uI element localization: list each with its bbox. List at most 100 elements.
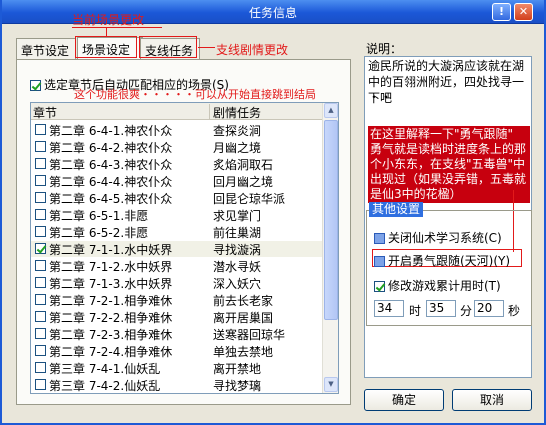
list-scrollbar[interactable]: ▲ ▼	[322, 103, 338, 393]
row-chapter: 第二章 6-4-3.神农仆众	[49, 158, 173, 172]
row-checkbox[interactable]	[35, 192, 46, 203]
row-chapter: 第三章 7-4-1.仙妖乱	[49, 362, 161, 376]
list-item[interactable]: 第二章 7-1-2.水中妖界 潜水寻妖	[31, 258, 322, 274]
list-item[interactable]: 第二章 7-2-1.相争难休 前去长老家	[31, 292, 322, 308]
row-task: 回月幽之境	[213, 175, 274, 189]
row-checkbox[interactable]	[35, 328, 46, 339]
row-checkbox[interactable]	[35, 294, 46, 305]
list-item[interactable]: 第二章 7-2-4.相争难休 单独去禁地	[31, 343, 322, 359]
row-chapter: 第二章 6-4-4.神农仆众	[49, 175, 173, 189]
list-item[interactable]: 第三章 7-4-1.仙妖乱 离开禁地	[31, 360, 322, 376]
hours-label: 时	[409, 304, 422, 318]
list-item[interactable]: 第二章 7-1-1.水中妖界 寻找漩涡	[31, 241, 322, 257]
list-item[interactable]: 第二章 6-5-2.非愿 前往巢湖	[31, 224, 322, 240]
row-checkbox[interactable]	[35, 124, 46, 135]
checkbox-box	[374, 233, 385, 244]
list-item[interactable]: 第二章 6-4-5.神农仆众 回昆仑琼华派	[31, 190, 322, 206]
minutes-field[interactable]: 35	[426, 300, 456, 317]
list-header: 章节 剧情任务	[31, 103, 322, 120]
row-checkbox[interactable]	[35, 260, 46, 271]
row-task: 深入妖穴	[213, 277, 262, 291]
row-chapter: 第二章 6-5-2.非愿	[49, 226, 149, 240]
row-checkbox[interactable]	[35, 226, 46, 237]
help-button[interactable]: !	[492, 3, 511, 21]
list-item[interactable]: 第二章 6-4-4.神农仆众 回月幽之境	[31, 173, 322, 189]
row-task: 月幽之境	[213, 141, 262, 155]
scroll-down-icon[interactable]: ▼	[324, 377, 338, 392]
row-chapter: 第二章 6-4-5.神农仆众	[49, 192, 173, 206]
row-chapter: 第二章 7-2-3.相争难休	[49, 328, 173, 342]
row-checkbox[interactable]	[35, 158, 46, 169]
row-checkbox[interactable]	[35, 311, 46, 322]
row-checkbox[interactable]	[35, 209, 46, 220]
brave-follow-note: 在这里解释一下"勇气跟随" 勇气就是读档时进度条上的那个小东东，在支线"五毒兽"…	[368, 126, 530, 203]
row-task: 离开居巢国	[213, 311, 274, 325]
row-task: 离开禁地	[213, 362, 262, 376]
annotation-underline	[72, 27, 162, 28]
option-label: 关闭仙术学习系统(C)	[388, 231, 502, 245]
row-task: 潜水寻妖	[213, 260, 262, 274]
cancel-button[interactable]: 取消	[452, 389, 532, 411]
close-fairy-option[interactable]: 关闭仙术学习系统(C)	[374, 229, 502, 246]
row-checkbox[interactable]	[35, 243, 46, 254]
row-chapter: 第二章 6-4-2.神农仆众	[49, 141, 173, 155]
row-checkbox[interactable]	[35, 345, 46, 356]
list-item[interactable]: 第二章 7-1-3.水中妖界 深入妖穴	[31, 275, 322, 291]
seconds-field[interactable]: 20	[474, 300, 504, 317]
minutes-label: 分	[460, 304, 473, 318]
row-task: 炙焰洞取石	[213, 158, 274, 172]
annotation-box-branch-tab	[139, 36, 197, 58]
column-task[interactable]: 剧情任务	[209, 104, 261, 120]
checkbox-box	[374, 281, 385, 292]
row-checkbox[interactable]	[35, 277, 46, 288]
other-settings-title: 其他设置	[369, 202, 424, 217]
column-chapter[interactable]: 章节	[33, 104, 57, 121]
description-dots: ・・	[368, 90, 393, 104]
row-checkbox[interactable]	[35, 379, 46, 390]
list-item[interactable]: 第二章 7-2-3.相争难休 送寒器回琼华	[31, 326, 322, 342]
annotation-scene-change: 当前场景更改	[72, 13, 145, 27]
list-item[interactable]: 第二章 6-5-1.非愿 求见掌门	[31, 207, 322, 223]
row-task: 回昆仑琼华派	[213, 192, 286, 206]
option-label: 开启勇气跟随(天河)(Y)	[388, 254, 511, 268]
list-item[interactable]: 第二章 6-4-3.神农仆众 炙焰洞取石	[31, 156, 322, 172]
annotation-feature-note: 这个功能很爽・・・・・可以从开始直接跳到结局	[74, 88, 316, 101]
row-task: 求见掌门	[213, 209, 262, 223]
row-task: 前往巢湖	[213, 226, 262, 240]
row-chapter: 第二章 7-1-2.水中妖界	[49, 260, 173, 274]
hours-field[interactable]: 34	[374, 300, 404, 317]
list-item[interactable]: 第三章 7-4-2.仙妖乱 寻找梦璃	[31, 377, 322, 393]
tab-chapter-settings[interactable]: 章节设定	[16, 38, 76, 59]
ok-button[interactable]: 确定	[364, 389, 444, 411]
description-label: 说明：	[366, 42, 403, 56]
seconds-label: 秒	[508, 304, 521, 318]
list-item[interactable]: 第二章 7-2-2.相争难休 离开居巢国	[31, 309, 322, 325]
row-task: 送寒器回琼华	[213, 328, 286, 342]
row-task: 寻找梦璃	[213, 379, 262, 393]
row-checkbox[interactable]	[35, 362, 46, 373]
scroll-up-icon[interactable]: ▲	[324, 103, 338, 118]
modify-time-option[interactable]: 修改游戏累计用时(T)	[374, 277, 501, 294]
row-chapter: 第二章 7-1-3.水中妖界	[49, 277, 173, 291]
row-checkbox[interactable]	[35, 175, 46, 186]
row-chapter: 第二章 7-1-1.水中妖界	[49, 243, 173, 257]
list-item[interactable]: 第二章 6-4-2.神农仆众 月幽之境	[31, 139, 322, 155]
row-chapter: 第二章 7-2-4.相争难休	[49, 345, 173, 359]
list-item[interactable]: 第二章 6-4-1.神农仆众 查探炎涧	[31, 122, 322, 138]
row-chapter: 第二章 6-5-1.非愿	[49, 209, 149, 223]
annotation-box-scene-tab	[75, 36, 137, 58]
chapter-list[interactable]: 章节 剧情任务 第二章 6-4-1.神农仆众 查探炎涧 第二章 6-4-2.神农仆…	[30, 102, 339, 394]
close-button[interactable]: ✕	[514, 3, 533, 21]
row-checkbox[interactable]	[35, 141, 46, 152]
task-info-dialog: 任务信息 ! ✕ 当前场景更改 章节设定 场景设定 支线任务 支线剧情更改 选定…	[0, 0, 546, 425]
annotation-branch-change: 支线剧情更改	[216, 43, 289, 57]
row-task: 前去长老家	[213, 294, 274, 308]
row-chapter: 第二章 6-4-1.神农仆众	[49, 124, 173, 138]
option-label: 修改游戏累计用时(T)	[388, 279, 501, 293]
row-task: 单独去禁地	[213, 345, 274, 359]
row-chapter: 第二章 7-2-1.相争难休	[49, 294, 173, 308]
annotation-arrow-branch	[198, 47, 215, 48]
brave-follow-option[interactable]: 开启勇气跟随(天河)(Y)	[374, 252, 510, 269]
scroll-thumb[interactable]	[324, 120, 338, 320]
checkbox-box	[374, 256, 385, 267]
